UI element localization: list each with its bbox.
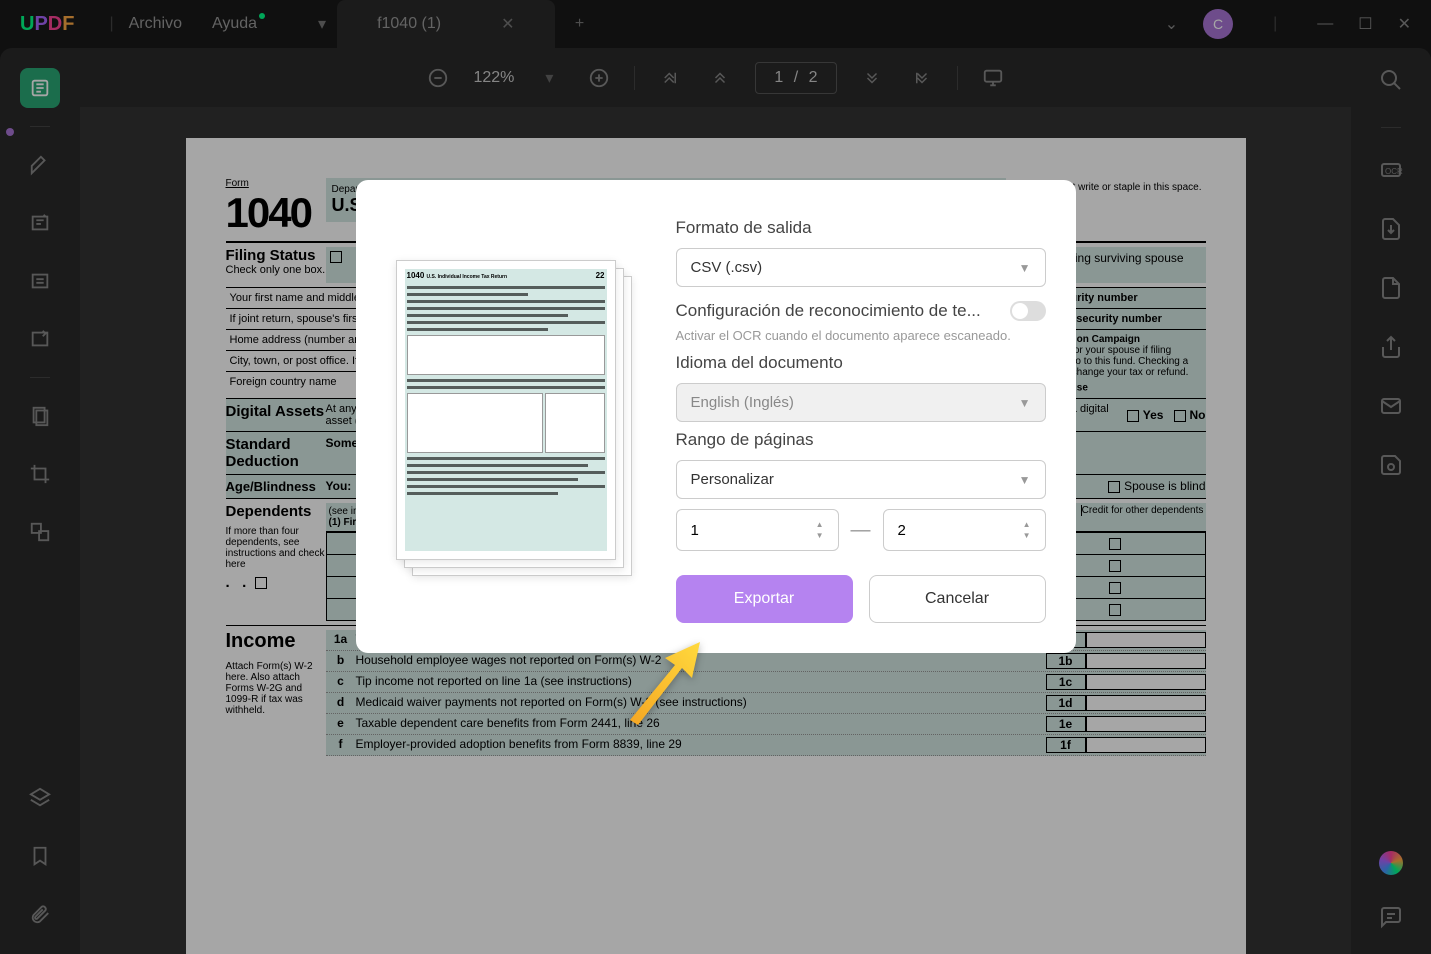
export-button[interactable]: Exportar bbox=[676, 575, 853, 623]
chevron-down-icon: ▼ bbox=[1019, 473, 1031, 487]
modal-overlay: 1040 U.S. Individual Income Tax Return 2… bbox=[0, 0, 1431, 954]
range-from-input[interactable]: 1 ▲▼ bbox=[676, 509, 839, 551]
range-dash: — bbox=[851, 519, 871, 542]
range-to-input[interactable]: 2 ▲▼ bbox=[883, 509, 1046, 551]
ocr-hint: Activar el OCR cuando el documento apare… bbox=[676, 327, 1046, 345]
language-label: Idioma del documento bbox=[676, 353, 1046, 373]
chevron-down-icon: ▼ bbox=[1019, 396, 1031, 410]
preview-thumbnail: 1040 U.S. Individual Income Tax Return 2… bbox=[405, 269, 607, 551]
format-label: Formato de salida bbox=[676, 218, 1046, 238]
range-label: Rango de páginas bbox=[676, 430, 1046, 450]
export-dialog: 1040 U.S. Individual Income Tax Return 2… bbox=[356, 180, 1076, 653]
ocr-label: Configuración de reconocimiento de te... bbox=[676, 301, 1010, 321]
form-pane: Formato de salida CSV (.csv) ▼ Configura… bbox=[676, 210, 1046, 623]
cancel-button[interactable]: Cancelar bbox=[869, 575, 1046, 623]
format-select[interactable]: CSV (.csv) ▼ bbox=[676, 248, 1046, 287]
preview-pane: 1040 U.S. Individual Income Tax Return 2… bbox=[386, 210, 646, 623]
chevron-down-icon: ▼ bbox=[1019, 261, 1031, 275]
ocr-toggle[interactable] bbox=[1010, 301, 1046, 321]
language-select[interactable]: English (Inglés) ▼ bbox=[676, 383, 1046, 422]
range-select[interactable]: Personalizar ▼ bbox=[676, 460, 1046, 499]
spinner-icon[interactable]: ▲▼ bbox=[816, 520, 824, 540]
spinner-icon[interactable]: ▲▼ bbox=[1023, 520, 1031, 540]
